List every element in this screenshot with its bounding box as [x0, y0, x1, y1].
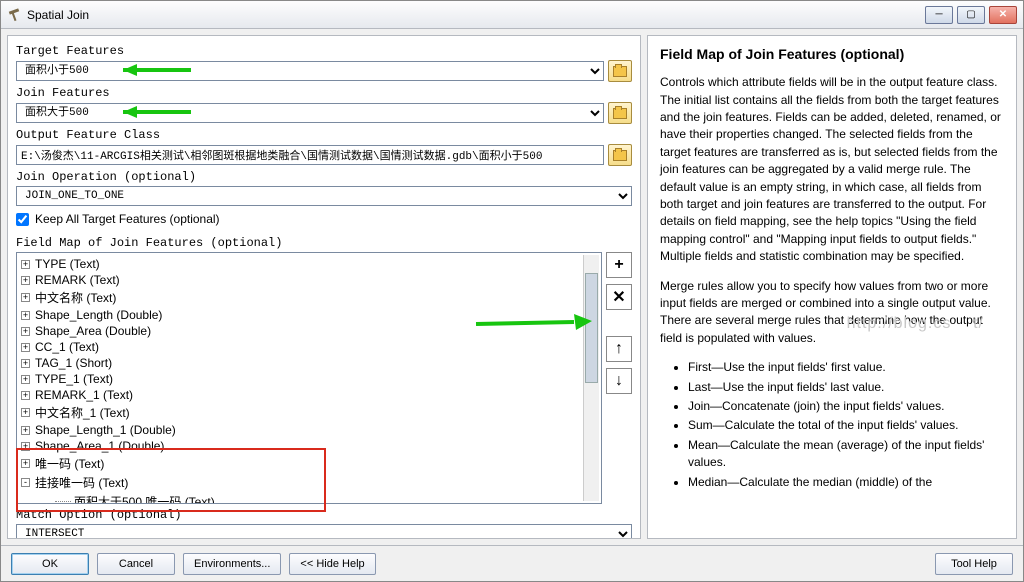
tree-item-label: Shape_Area_1 (Double) [35, 439, 164, 453]
tree-item-label: 中文名称 (Text) [35, 289, 116, 306]
folder-icon [613, 108, 627, 119]
tree-item[interactable]: + Shape_Area_1 (Double) [17, 438, 601, 454]
match-option-label: Match Option (optional) [16, 508, 632, 522]
expand-icon[interactable]: + [21, 327, 30, 336]
move-down-button[interactable]: ↓ [606, 368, 632, 394]
output-class-input[interactable] [16, 145, 604, 165]
tree-item[interactable]: + Shape_Length_1 (Double) [17, 422, 601, 438]
expand-icon[interactable]: + [21, 311, 30, 320]
close-button[interactable]: ✕ [989, 6, 1017, 24]
titlebar: Spatial Join ─ ▢ ✕ [1, 1, 1023, 29]
button-bar: OK Cancel Environments... << Hide Help T… [1, 545, 1023, 581]
hide-help-button[interactable]: << Hide Help [289, 553, 375, 575]
tree-item-label: TYPE (Text) [35, 257, 100, 271]
environments-button[interactable]: Environments... [183, 553, 281, 575]
tree-item[interactable]: + TYPE (Text) [17, 256, 601, 272]
minimize-button[interactable]: ─ [925, 6, 953, 24]
tree-item[interactable]: + TYPE_1 (Text) [17, 371, 601, 387]
help-bullet: Join—Concatenate (join) the input fields… [688, 398, 1004, 415]
expand-icon[interactable]: + [21, 442, 30, 451]
fieldmap-label: Field Map of Join Features (optional) [16, 236, 632, 250]
expand-icon[interactable]: + [21, 260, 30, 269]
tree-item-label: REMARK_1 (Text) [35, 388, 133, 402]
delete-field-button[interactable]: ✕ [606, 284, 632, 310]
tool-help-button[interactable]: Tool Help [935, 553, 1013, 575]
tree-item-label: 挂接唯一码 (Text) [35, 474, 128, 491]
tree-item[interactable]: + REMARK (Text) [17, 272, 601, 288]
help-bullet: Mean—Calculate the mean (average) of the… [688, 437, 1004, 472]
keep-all-label: Keep All Target Features (optional) [35, 212, 220, 226]
tree-item-label: Shape_Length (Double) [35, 308, 162, 322]
tree-item[interactable]: + 中文名称_1 (Text) [17, 403, 601, 422]
target-features-label: Target Features [16, 44, 632, 58]
tree-item[interactable]: 面积大于500.唯一码 (Text) [17, 492, 601, 504]
expand-icon[interactable]: - [21, 478, 30, 487]
tree-item[interactable]: + 唯一码 (Text) [17, 454, 601, 473]
match-option-select[interactable]: INTERSECT [16, 524, 632, 539]
join-op-select[interactable]: JOIN_ONE_TO_ONE [16, 186, 632, 206]
help-bullet: First—Use the input fields' first value. [688, 359, 1004, 376]
tree-item[interactable]: -挂接唯一码 (Text) [17, 473, 601, 492]
tree-item-label: 面积大于500.唯一码 (Text) [74, 493, 215, 504]
browse-target-button[interactable] [608, 60, 632, 82]
tree-item-label: 唯一码 (Text) [35, 455, 104, 472]
add-field-button[interactable]: + [606, 252, 632, 278]
cancel-button[interactable]: Cancel [97, 553, 175, 575]
join-features-label: Join Features [16, 86, 632, 100]
scrollbar[interactable] [583, 255, 599, 501]
fieldmap-tree[interactable]: + TYPE (Text) + REMARK (Text) + 中文名称 (Text) + S… [16, 252, 602, 504]
help-bullets: First—Use the input fields' first value.… [688, 359, 1004, 491]
expand-icon[interactable]: + [21, 408, 30, 417]
join-op-label: Join Operation (optional) [16, 170, 632, 184]
tree-item-label: CC_1 (Text) [35, 340, 99, 354]
help-para-1: Controls which attribute fields will be … [660, 74, 1004, 265]
expand-icon[interactable]: + [21, 426, 30, 435]
browse-join-button[interactable] [608, 102, 632, 124]
tree-item[interactable]: + TAG_1 (Short) [17, 355, 601, 371]
help-bullet: Sum—Calculate the total of the input fie… [688, 417, 1004, 434]
tree-item-label: Shape_Length_1 (Double) [35, 423, 176, 437]
tree-item-label: TYPE_1 (Text) [35, 372, 113, 386]
app-icon [7, 8, 21, 22]
window-title: Spatial Join [27, 8, 89, 22]
tree-item-label: REMARK (Text) [35, 273, 120, 287]
maximize-button[interactable]: ▢ [957, 6, 985, 24]
expand-icon[interactable]: + [21, 343, 30, 352]
expand-icon[interactable]: + [21, 375, 30, 384]
expand-icon[interactable]: + [21, 391, 30, 400]
tree-item-label: TAG_1 (Short) [35, 356, 112, 370]
move-up-button[interactable]: ↑ [606, 336, 632, 362]
keep-all-checkbox[interactable] [16, 213, 29, 226]
tree-item[interactable]: + REMARK_1 (Text) [17, 387, 601, 403]
help-para-2: Merge rules allow you to specify how val… [660, 278, 1004, 348]
expand-icon[interactable]: + [21, 293, 30, 302]
help-bullet: Last—Use the input fields' last value. [688, 379, 1004, 396]
tree-item[interactable]: + 中文名称 (Text) [17, 288, 601, 307]
tree-item[interactable]: + Shape_Length (Double) [17, 307, 601, 323]
tree-item-label: Shape_Area (Double) [35, 324, 151, 338]
help-bullet: Median—Calculate the median (middle) of … [688, 474, 1004, 491]
target-features-input[interactable]: 面积小于500 [16, 61, 604, 81]
form-panel: Target Features 面积小于500 Join Features 面积… [7, 35, 641, 539]
folder-icon [613, 66, 627, 77]
help-panel: Field Map of Join Features (optional) Co… [647, 35, 1017, 539]
tree-item-label: 中文名称_1 (Text) [35, 404, 130, 421]
expand-icon[interactable]: + [21, 276, 30, 285]
ok-button[interactable]: OK [11, 553, 89, 575]
browse-output-button[interactable] [608, 144, 632, 166]
tree-item[interactable]: + Shape_Area (Double) [17, 323, 601, 339]
folder-icon [613, 150, 627, 161]
expand-icon[interactable]: + [21, 359, 30, 368]
output-class-label: Output Feature Class [16, 128, 632, 142]
tree-item[interactable]: + CC_1 (Text) [17, 339, 601, 355]
help-heading: Field Map of Join Features (optional) [660, 44, 1004, 64]
join-features-input[interactable]: 面积大于500 [16, 103, 604, 123]
expand-icon[interactable]: + [21, 459, 30, 468]
